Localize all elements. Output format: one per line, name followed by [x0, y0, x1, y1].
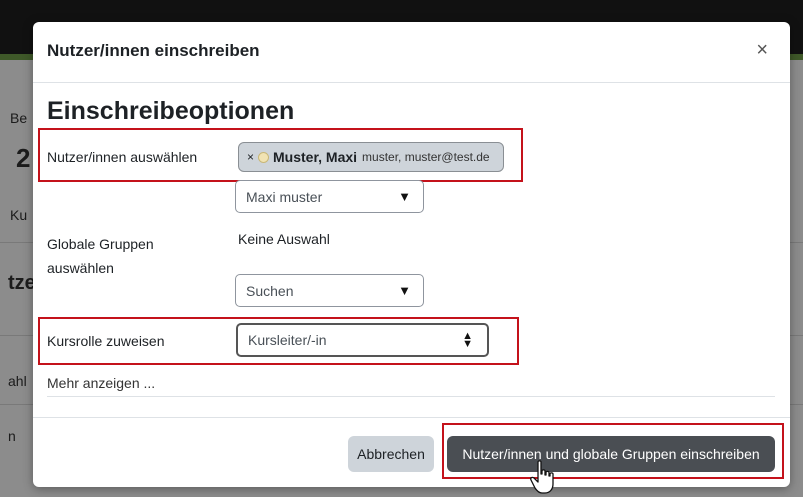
dropdown-arrow-icon[interactable]: ▼: [398, 189, 411, 204]
selected-user-chip[interactable]: × Muster, Maxi muster, muster@test.de: [238, 142, 504, 172]
section-heading: Einschreibeoptionen: [47, 97, 295, 125]
groups-search-input[interactable]: Suchen ▼: [235, 274, 424, 307]
groups-selection: Keine Auswahl: [238, 231, 330, 247]
cancel-button[interactable]: Abbrechen: [348, 436, 434, 472]
enrol-users-dialog: Nutzer/innen einschreiben × Einschreibeo…: [33, 22, 790, 487]
role-label: Kursrolle zuweisen: [47, 333, 165, 349]
remove-icon[interactable]: ×: [247, 150, 254, 164]
role-select[interactable]: Kursleiter/-in ▲ ▼: [236, 323, 489, 357]
dropdown-arrow-icon[interactable]: ▼: [398, 283, 411, 298]
role-select-value: Kursleiter/-in: [248, 332, 327, 348]
users-label: Nutzer/innen auswählen: [47, 149, 198, 165]
user-search-input[interactable]: Maxi muster ▼: [235, 180, 424, 213]
divider: [47, 396, 775, 397]
groups-label-line2: auswählen: [47, 260, 114, 276]
groups-label-line1: Globale Gruppen: [47, 236, 154, 252]
user-avatar-icon: [258, 151, 270, 163]
chip-user-name: Muster, Maxi: [273, 149, 358, 165]
user-search-value: Maxi muster: [246, 188, 323, 205]
modal-title: Nutzer/innen einschreiben: [47, 41, 260, 60]
chip-user-details: muster, muster@test.de: [362, 150, 490, 164]
select-updown-icon: ▲ ▼: [462, 330, 473, 350]
groups-search-placeholder: Suchen: [246, 282, 294, 299]
show-more-link[interactable]: Mehr anzeigen ...: [47, 375, 155, 391]
close-icon[interactable]: ×: [756, 40, 768, 60]
modal-header: Nutzer/innen einschreiben ×: [33, 22, 790, 83]
hand-cursor-icon: [530, 460, 554, 494]
highlight-box-submit: [442, 423, 784, 479]
